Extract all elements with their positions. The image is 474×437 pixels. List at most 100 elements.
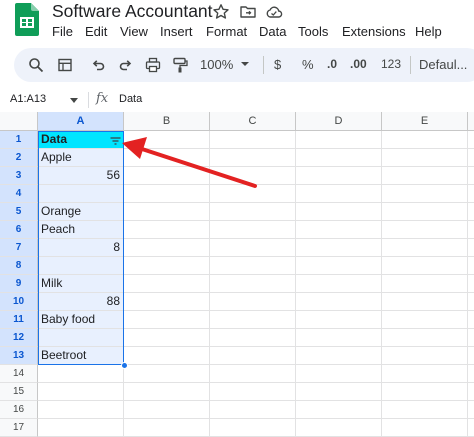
column-header-d[interactable]: D	[296, 112, 382, 131]
row-header[interactable]: 12	[0, 329, 38, 347]
cell-b11[interactable]	[124, 311, 210, 329]
cell-a4[interactable]	[38, 185, 124, 203]
row-header[interactable]: 4	[0, 185, 38, 203]
cell-d16[interactable]	[296, 401, 382, 419]
cell-b4[interactable]	[124, 185, 210, 203]
paint-format-icon[interactable]	[172, 57, 188, 73]
cell-b12[interactable]	[124, 329, 210, 347]
cell-a5[interactable]: Orange	[38, 203, 124, 221]
row-header[interactable]: 5	[0, 203, 38, 221]
cell-e8[interactable]	[382, 257, 468, 275]
cell-d15[interactable]	[296, 383, 382, 401]
row-header[interactable]: 15	[0, 383, 38, 401]
cell-a14[interactable]	[38, 365, 124, 383]
row-header[interactable]: 6	[0, 221, 38, 239]
cell-c8[interactable]	[210, 257, 296, 275]
fill-handle[interactable]	[121, 362, 128, 369]
cloud-saved-icon[interactable]	[265, 3, 283, 21]
cell-b16[interactable]	[124, 401, 210, 419]
cell-d6[interactable]	[296, 221, 382, 239]
search-menus-icon[interactable]	[28, 57, 44, 73]
cell-b13[interactable]	[124, 347, 210, 365]
cell-d8[interactable]	[296, 257, 382, 275]
cell-c15[interactable]	[210, 383, 296, 401]
sheets-logo-icon[interactable]	[15, 3, 39, 36]
move-folder-icon[interactable]	[239, 3, 257, 21]
name-box[interactable]: A1:A13	[10, 93, 46, 105]
redo-icon[interactable]	[118, 57, 134, 73]
row-header[interactable]: 14	[0, 365, 38, 383]
cell-a16[interactable]	[38, 401, 124, 419]
cell-a8[interactable]	[38, 257, 124, 275]
cell-c1[interactable]	[210, 131, 296, 149]
cell-f2[interactable]	[468, 149, 474, 167]
cell-d10[interactable]	[296, 293, 382, 311]
cell-b17[interactable]	[124, 419, 210, 437]
cell-c9[interactable]	[210, 275, 296, 293]
zoom-chevron-down-icon[interactable]	[240, 60, 250, 68]
menu-insert[interactable]: Insert	[160, 24, 193, 39]
column-header-f[interactable]	[468, 112, 474, 131]
row-header[interactable]: 8	[0, 257, 38, 275]
cell-f7[interactable]	[468, 239, 474, 257]
cell-b14[interactable]	[124, 365, 210, 383]
cell-b9[interactable]	[124, 275, 210, 293]
cell-f12[interactable]	[468, 329, 474, 347]
menu-format[interactable]: Format	[206, 24, 247, 39]
cell-d2[interactable]	[296, 149, 382, 167]
cell-f11[interactable]	[468, 311, 474, 329]
cell-b10[interactable]	[124, 293, 210, 311]
cell-b8[interactable]	[124, 257, 210, 275]
cell-a15[interactable]	[38, 383, 124, 401]
cell-a2[interactable]: Apple	[38, 149, 124, 167]
cell-f14[interactable]	[468, 365, 474, 383]
select-all-corner[interactable]	[0, 112, 38, 131]
cell-f8[interactable]	[468, 257, 474, 275]
cell-d3[interactable]	[296, 167, 382, 185]
cell-f3[interactable]	[468, 167, 474, 185]
filter-icon[interactable]	[110, 137, 121, 145]
cell-f1[interactable]	[468, 131, 474, 149]
cell-f17[interactable]	[468, 419, 474, 437]
row-header[interactable]: 7	[0, 239, 38, 257]
cell-d17[interactable]	[296, 419, 382, 437]
cell-e13[interactable]	[382, 347, 468, 365]
undo-icon[interactable]	[90, 57, 106, 73]
cell-a12[interactable]	[38, 329, 124, 347]
cell-b15[interactable]	[124, 383, 210, 401]
cell-b7[interactable]	[124, 239, 210, 257]
zoom-select[interactable]: 100%	[200, 57, 233, 72]
cell-c7[interactable]	[210, 239, 296, 257]
row-header[interactable]: 9	[0, 275, 38, 293]
cell-f13[interactable]	[468, 347, 474, 365]
document-title[interactable]: Software Accountant	[52, 1, 213, 22]
cell-b2[interactable]	[124, 149, 210, 167]
cell-c17[interactable]	[210, 419, 296, 437]
menu-help[interactable]: Help	[415, 24, 442, 39]
cell-e5[interactable]	[382, 203, 468, 221]
row-header[interactable]: 17	[0, 419, 38, 437]
cell-e10[interactable]	[382, 293, 468, 311]
cell-c14[interactable]	[210, 365, 296, 383]
cell-d12[interactable]	[296, 329, 382, 347]
column-header-c[interactable]: C	[210, 112, 296, 131]
cell-a7[interactable]: 8	[38, 239, 124, 257]
cell-e7[interactable]	[382, 239, 468, 257]
more-formats-button[interactable]: 123	[381, 57, 401, 71]
currency-format-button[interactable]: $	[274, 57, 281, 72]
tables-icon[interactable]	[57, 57, 73, 73]
cell-b5[interactable]	[124, 203, 210, 221]
cell-a17[interactable]	[38, 419, 124, 437]
cell-c5[interactable]	[210, 203, 296, 221]
cell-d13[interactable]	[296, 347, 382, 365]
row-header[interactable]: 1	[0, 131, 38, 149]
cell-e4[interactable]	[382, 185, 468, 203]
cell-e15[interactable]	[382, 383, 468, 401]
cell-f6[interactable]	[468, 221, 474, 239]
cell-a13[interactable]: Beetroot	[38, 347, 124, 365]
cell-e9[interactable]	[382, 275, 468, 293]
name-box-chevron-down-icon[interactable]	[70, 98, 78, 103]
cell-a3[interactable]: 56	[38, 167, 124, 185]
menu-extensions[interactable]: Extensions	[342, 24, 406, 39]
row-header[interactable]: 10	[0, 293, 38, 311]
